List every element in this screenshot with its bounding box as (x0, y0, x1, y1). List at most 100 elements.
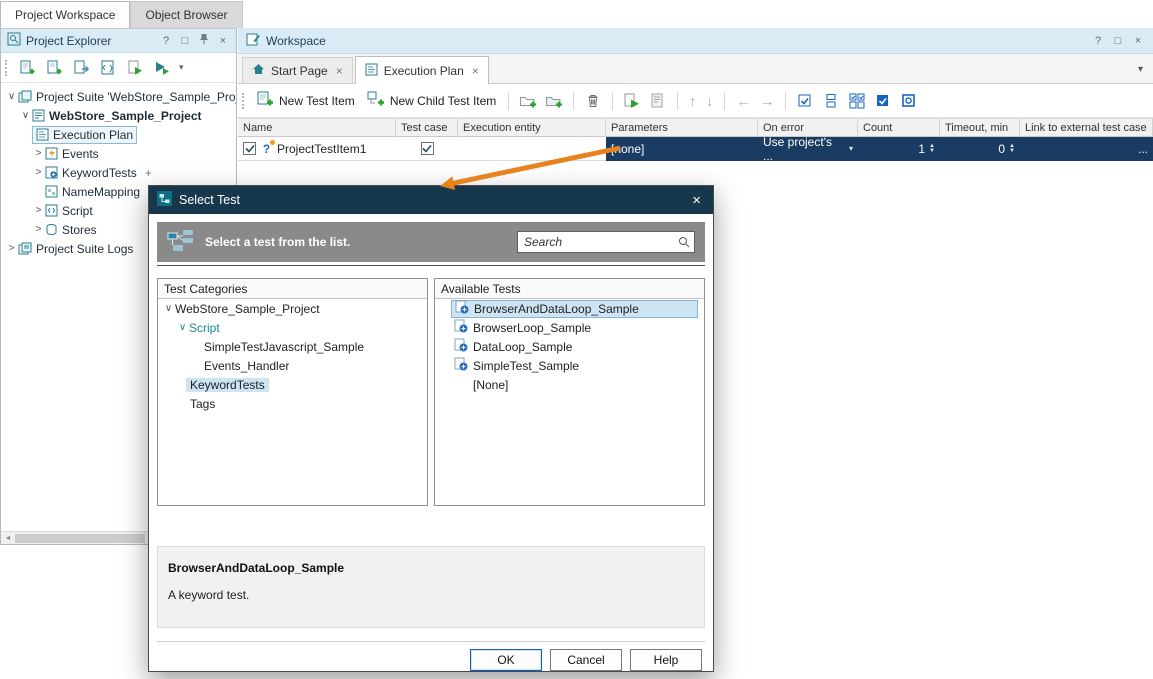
column-header-test-case[interactable]: Test case (396, 118, 458, 137)
new-test-item-button[interactable]: New Test Item (253, 89, 358, 112)
run-suite-icon[interactable] (152, 57, 172, 79)
help-button[interactable]: Help (630, 649, 702, 671)
chevron-right-icon[interactable]: > (32, 205, 45, 216)
column-header-parameters[interactable]: Parameters (606, 118, 758, 137)
enable-item-icon[interactable] (795, 90, 815, 112)
column-header-link[interactable]: Link to external test case (1020, 118, 1153, 137)
category-project[interactable]: ∨ WebStore_Sample_Project (158, 299, 427, 318)
row-name-cell[interactable]: ? ProjectTestItem1 (238, 137, 396, 161)
column-header-count[interactable]: Count (858, 118, 940, 137)
tree-item-project[interactable]: ∨ WebStore_Sample_Project (1, 106, 236, 125)
category-script[interactable]: ∨ Script (158, 318, 427, 337)
count-spinner[interactable]: ▲ ▼ (929, 143, 935, 154)
test-none[interactable]: [None] (435, 375, 704, 394)
ok-button[interactable]: OK (470, 649, 542, 671)
help-icon[interactable]: ? (159, 35, 173, 47)
row-on-error-cell[interactable]: Use project's ... ▾ (758, 135, 858, 163)
row-link-cell[interactable]: ... (1020, 137, 1153, 161)
selected-test-description: A keyword test. (168, 588, 250, 602)
outdent-icon[interactable]: ← (734, 93, 752, 109)
scrollbar-thumb[interactable] (15, 533, 145, 543)
add-existing-item-icon[interactable] (71, 57, 91, 79)
tab-start-page[interactable]: Start Page × (242, 57, 353, 83)
category-simpletestjavascript[interactable]: SimpleTestJavascript_Sample (158, 337, 427, 356)
keyword-test-icon (454, 338, 468, 355)
link-ellipsis-button[interactable]: ... (1138, 142, 1148, 156)
timeout-spinner[interactable]: ▲ ▼ (1009, 143, 1015, 154)
group-items-icon[interactable] (821, 90, 841, 112)
chevron-right-icon[interactable]: > (32, 224, 45, 235)
maximize-icon[interactable]: □ (178, 35, 192, 47)
close-icon[interactable]: × (216, 35, 230, 47)
stores-icon (45, 223, 58, 236)
banner-text: Select a test from the list. (205, 235, 351, 249)
add-new-test-icon[interactable] (44, 57, 64, 79)
tree-item-project-suite[interactable]: ∨ Project Suite 'WebStore_Sample_Project… (1, 87, 236, 106)
test-simpletest[interactable]: SimpleTest_Sample (435, 356, 704, 375)
category-tags[interactable]: Tags (158, 394, 427, 413)
tree-item-events[interactable]: > Events (1, 144, 236, 163)
tree-item-execution-plan[interactable]: Execution Plan (1, 125, 236, 144)
scroll-left-icon[interactable]: ◄ (1, 535, 15, 542)
tab-object-browser[interactable]: Object Browser (130, 1, 243, 28)
delete-icon[interactable] (583, 90, 603, 112)
chevron-down-icon[interactable]: ∨ (5, 91, 18, 102)
keyword-test-icon (454, 357, 468, 374)
close-tab-icon[interactable]: × (472, 64, 479, 78)
chevron-right-icon[interactable]: > (32, 167, 45, 178)
new-child-group-icon[interactable] (544, 90, 564, 112)
toolbar-grip[interactable] (242, 92, 245, 109)
chevron-right-icon[interactable]: > (5, 243, 18, 254)
help-icon[interactable]: ? (1091, 35, 1105, 47)
annotation-arrow (440, 145, 621, 190)
tab-project-workspace[interactable]: Project Workspace (0, 1, 131, 28)
column-header-name[interactable]: Name (238, 118, 396, 137)
category-events-handler[interactable]: Events_Handler (158, 356, 427, 375)
chevron-down-icon[interactable]: ∨ (176, 322, 189, 333)
test-browseranddataloop[interactable]: BrowserAndDataLoop_Sample (435, 299, 704, 318)
close-icon[interactable]: × (1131, 35, 1145, 47)
chevron-down-icon[interactable]: ∨ (162, 303, 175, 314)
tab-list-dropdown-icon[interactable]: ▾ (1138, 64, 1143, 75)
toolbar-grip[interactable] (5, 59, 8, 76)
run-selected-icon[interactable] (622, 90, 642, 112)
uncheck-all-icon[interactable] (899, 90, 919, 112)
chevron-right-icon[interactable]: > (32, 148, 45, 159)
indent-icon[interactable]: → (758, 93, 776, 109)
selected-test: BrowserAndDataLoop_Sample (451, 299, 698, 318)
column-header-execution-entity[interactable]: Execution entity (458, 118, 606, 137)
add-new-item-icon[interactable] (17, 57, 37, 79)
move-down-icon[interactable]: ↓ (704, 93, 715, 109)
check-selected-icon[interactable] (873, 90, 893, 112)
row-timeout-cell[interactable]: 0 ▲ ▼ (940, 137, 1020, 161)
category-keywordtests[interactable]: KeywordTests (158, 375, 427, 394)
pin-icon[interactable] (197, 33, 211, 48)
maximize-icon[interactable]: □ (1111, 35, 1125, 47)
tree-item-keywordtests[interactable]: > KeywordTests + (1, 163, 236, 182)
cancel-button[interactable]: Cancel (550, 649, 622, 671)
test-browserloop[interactable]: BrowserLoop_Sample (435, 318, 704, 337)
close-icon[interactable]: × (688, 192, 705, 209)
column-header-timeout[interactable]: Timeout, min (940, 118, 1020, 137)
test-dataloop[interactable]: DataLoop_Sample (435, 337, 704, 356)
code-editor-icon[interactable] (98, 57, 118, 79)
close-tab-icon[interactable]: × (336, 64, 343, 78)
new-group-icon[interactable] (518, 90, 538, 112)
chevron-down-icon[interactable]: ∨ (19, 110, 32, 121)
new-child-test-item-button[interactable]: New Child Test Item (364, 89, 499, 112)
tab-execution-plan[interactable]: Execution Plan × (354, 56, 489, 84)
run-project-icon[interactable] (125, 57, 145, 79)
dropdown-caret-icon[interactable]: ▾ (849, 144, 853, 153)
search-input[interactable] (517, 231, 695, 253)
keywordtests-icon (45, 166, 58, 179)
toolbar-overflow-icon[interactable]: ▾ (179, 62, 184, 73)
document-tab-bar: Project Workspace Object Browser (0, 0, 1153, 28)
show-log-icon[interactable] (648, 90, 668, 112)
move-up-icon[interactable]: ↑ (687, 93, 698, 109)
row-count-cell[interactable]: 1 ▲ ▼ (858, 137, 940, 161)
project-explorer-toolbar: ▾ (1, 53, 236, 83)
enabled-checkbox[interactable] (243, 142, 256, 155)
test-item-name[interactable]: ProjectTestItem1 (277, 142, 366, 156)
check-all-icon[interactable] (847, 90, 867, 112)
add-keyword-test-icon[interactable]: + (145, 166, 152, 180)
